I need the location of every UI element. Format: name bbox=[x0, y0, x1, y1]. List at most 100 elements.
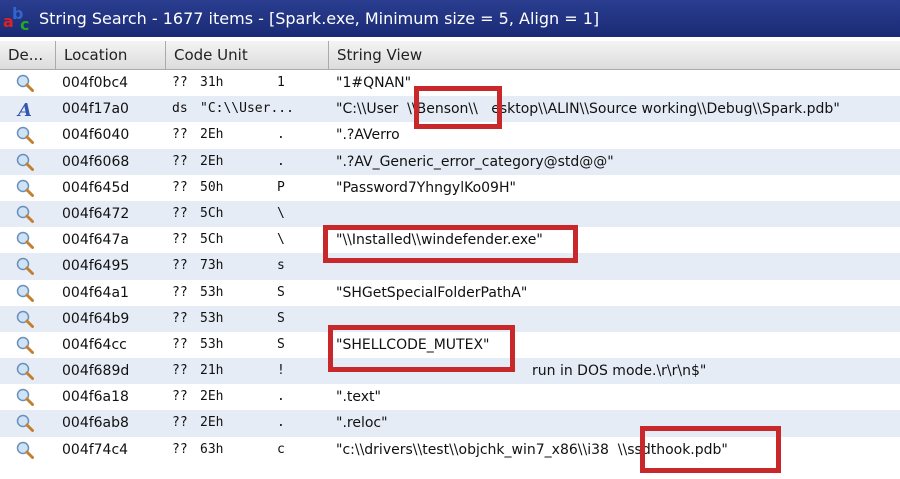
search-magnifier-icon bbox=[16, 74, 34, 92]
code-unit-value: 2Eh bbox=[200, 389, 224, 405]
table-row[interactable]: 004f64a1?? 53h S "SHGetSpecialFolderPathA" bbox=[0, 280, 900, 306]
code-unit-char: S bbox=[277, 284, 285, 300]
window-title: String Search - 1677 items - [Spark.exe,… bbox=[39, 9, 600, 28]
location-cell: 004f6495 bbox=[62, 258, 130, 275]
location-cell: 004f64b9 bbox=[62, 310, 130, 327]
string-view-cell: ".?AVerro bbox=[336, 127, 400, 144]
search-magnifier-icon bbox=[16, 388, 34, 407]
table-row[interactable]: 004f6472?? 5Ch \ bbox=[0, 200, 900, 228]
location-cell: 004f6472 bbox=[62, 205, 130, 222]
code-unit-value: 53h bbox=[200, 336, 224, 352]
search-magnifier-icon bbox=[16, 179, 34, 197]
code-unit-prefix: ?? bbox=[172, 258, 188, 274]
string-view-cell: "1#QNAN" bbox=[336, 75, 412, 91]
code-unit-prefix: ?? bbox=[172, 415, 188, 431]
code-unit-char: S bbox=[277, 310, 285, 326]
code-unit-prefix: ds bbox=[172, 101, 188, 117]
code-unit-char: P bbox=[277, 179, 285, 195]
string-view-cell: ".reloc" bbox=[336, 415, 388, 432]
search-magnifier-icon bbox=[16, 336, 34, 354]
location-cell: 004f64cc bbox=[62, 336, 127, 353]
title-bar: abc String Search - 1677 items - [Spark.… bbox=[0, 0, 900, 37]
location-cell: 004f6040 bbox=[62, 127, 130, 144]
code-unit-char: ! bbox=[277, 363, 285, 379]
search-magnifier-icon bbox=[16, 441, 34, 459]
location-cell: 004f689d bbox=[62, 363, 130, 380]
string-view-cell: ".text" bbox=[336, 389, 381, 406]
string-view-cell: "Password7YhngylKo09H" bbox=[336, 179, 516, 196]
location-cell: 004f6ab8 bbox=[62, 415, 129, 432]
code-unit-value: 63h bbox=[200, 441, 224, 457]
column-header-de[interactable]: De... bbox=[0, 41, 56, 69]
table-row[interactable]: 004f6068?? 2Eh. ".?AV_Generic_error_catego… bbox=[0, 148, 900, 175]
code-unit-prefix: ?? bbox=[172, 75, 188, 90]
code-unit-value: "C:\\User... bbox=[200, 101, 294, 117]
location-cell: 004f647a bbox=[62, 232, 129, 249]
code-unit-char: . bbox=[277, 415, 285, 431]
search-magnifier-icon bbox=[16, 231, 34, 250]
highlight-box-ssdthook bbox=[640, 426, 781, 473]
code-unit-char: . bbox=[277, 153, 285, 169]
code-unit-value: 53h bbox=[200, 284, 224, 300]
code-unit-prefix: ?? bbox=[172, 441, 188, 457]
code-unit-value: 5Ch bbox=[200, 232, 224, 248]
string-view-cell: "SHGetSpecialFolderPathA" bbox=[336, 284, 528, 301]
code-unit-char: . bbox=[277, 389, 285, 405]
code-unit-prefix: ?? bbox=[172, 127, 188, 143]
string-search-app-icon: abc bbox=[3, 3, 30, 34]
code-unit-char: . bbox=[277, 127, 285, 143]
search-magnifier-icon bbox=[16, 126, 34, 145]
search-magnifier-icon bbox=[16, 284, 34, 302]
table-row[interactable]: 004f645d?? 50h P "Password7YhngylKo09H" bbox=[0, 175, 900, 201]
text-string-icon: A bbox=[16, 100, 34, 121]
code-unit-char: 1 bbox=[277, 75, 285, 90]
code-unit-value: 53h bbox=[200, 310, 224, 326]
search-magnifier-icon bbox=[16, 257, 34, 276]
code-unit-prefix: ?? bbox=[172, 389, 188, 405]
code-unit-value: 31h bbox=[200, 75, 224, 90]
code-unit-char: \ bbox=[277, 205, 285, 221]
code-unit-prefix: ?? bbox=[172, 205, 188, 221]
code-unit-prefix: ?? bbox=[172, 310, 188, 326]
code-unit-char: c bbox=[277, 441, 285, 457]
code-unit-value: 50h bbox=[200, 179, 224, 195]
code-unit-value: 5Ch bbox=[200, 205, 224, 221]
code-unit-prefix: ?? bbox=[172, 153, 188, 169]
highlight-box-mutex bbox=[328, 325, 515, 372]
code-unit-value: 21h bbox=[200, 363, 224, 379]
string-view-cell: "C:\\User \\Benson\\ esktop\\ALIN\\Sourc… bbox=[336, 101, 840, 118]
code-unit-prefix: ?? bbox=[172, 284, 188, 300]
location-cell: 004f64a1 bbox=[62, 284, 129, 301]
table-row[interactable]: 004f6a18?? 2Eh. ".text" bbox=[0, 384, 900, 410]
location-cell: 004f645d bbox=[62, 179, 130, 196]
column-header-location[interactable]: Location bbox=[56, 41, 166, 69]
location-cell: 004f6a18 bbox=[62, 389, 129, 406]
highlight-box-benson bbox=[414, 86, 502, 129]
search-magnifier-icon bbox=[16, 153, 34, 171]
search-magnifier-icon bbox=[16, 310, 34, 328]
code-unit-value: 2Eh bbox=[200, 415, 224, 431]
string-view-cell: run in DOS mode.\r\r\n$" bbox=[532, 363, 707, 380]
search-magnifier-icon bbox=[16, 362, 34, 381]
location-cell: 004f0bc4 bbox=[62, 75, 129, 91]
code-unit-value: 2Eh bbox=[200, 127, 224, 143]
location-cell: 004f17a0 bbox=[62, 101, 129, 118]
code-unit-value: 73h bbox=[200, 258, 224, 274]
search-magnifier-icon bbox=[16, 414, 34, 433]
code-unit-value: 2Eh bbox=[200, 153, 224, 169]
code-unit-char: S bbox=[277, 336, 285, 352]
table-header: De... Location Code Unit String View bbox=[0, 41, 900, 70]
code-unit-prefix: ?? bbox=[172, 232, 188, 248]
code-unit-prefix: ?? bbox=[172, 363, 188, 379]
code-unit-char: s bbox=[277, 258, 285, 274]
string-view-cell: ".?AV_Generic_error_category@std@@" bbox=[336, 153, 614, 170]
code-unit-prefix: ?? bbox=[172, 179, 188, 195]
svg-text:A: A bbox=[16, 100, 32, 118]
column-header-code-unit[interactable]: Code Unit bbox=[166, 41, 329, 69]
location-cell: 004f6068 bbox=[62, 153, 130, 170]
search-magnifier-icon bbox=[16, 205, 34, 223]
highlight-box-windefender bbox=[323, 225, 578, 263]
location-cell: 004f74c4 bbox=[62, 441, 129, 458]
column-header-string-view[interactable]: String View bbox=[329, 41, 900, 69]
code-unit-char: \ bbox=[277, 232, 285, 248]
